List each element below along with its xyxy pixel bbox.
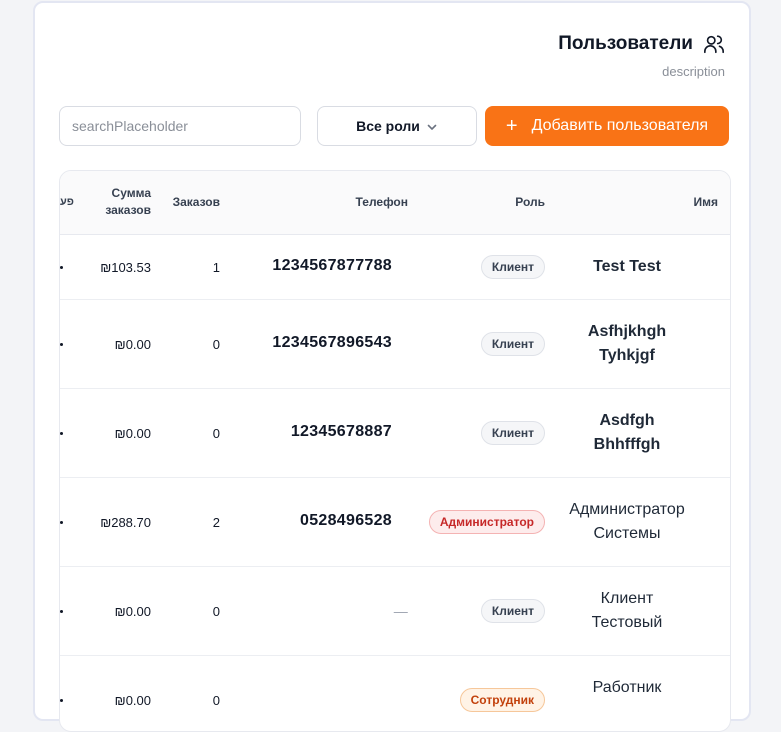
column-header-orders[interactable]: Заказов: [173, 194, 220, 211]
column-header-sum: Сумма заказов: [105, 186, 151, 217]
order-count: 1: [212, 260, 220, 275]
role-badge: Клиент: [480, 255, 545, 279]
user-name: Asdfgh Bhhfffgh: [552, 409, 702, 457]
table-row[interactable]: ₪103.53 1 1234567877788 Клиент Test Test: [60, 235, 730, 300]
phone-number: 1234567896543: [272, 334, 392, 351]
order-sum: ₪0.00: [114, 693, 151, 708]
phone-number: 0528496528: [300, 512, 392, 529]
page-description: description: [662, 64, 725, 79]
users-card: Пользователи description Все роли + Доба…: [33, 1, 751, 732]
table-row[interactable]: ₪288.70 2 0528496528 Администратор Админ…: [60, 478, 730, 567]
user-name: Администратор Системы: [552, 498, 702, 546]
user-name-line: Работник: [592, 679, 662, 696]
role-badge: Администратор: [428, 510, 545, 534]
row-overflow-marker: [60, 343, 63, 346]
add-user-label: Добавить пользователя: [531, 117, 709, 134]
user-name: Asfhjkhgh Tyhkjgf: [552, 320, 702, 368]
order-count: 0: [212, 426, 220, 441]
user-name-line: Asfhjkhgh: [587, 323, 667, 340]
order-count: 0: [212, 337, 220, 352]
order-sum: ₪0.00: [114, 426, 151, 441]
users-icon: [703, 33, 725, 55]
row-overflow-marker: [60, 521, 63, 524]
row-overflow-marker: [60, 610, 63, 613]
role-filter-label: Все роли: [356, 118, 420, 134]
user-name-line: Клиент: [600, 590, 654, 607]
add-user-button[interactable]: + Добавить пользователя: [485, 106, 729, 146]
table-row[interactable]: ₪0.00 0 1234567896543 Клиент Asfhjkhgh T…: [60, 300, 730, 389]
column-header-partial: פע: [60, 196, 74, 208]
column-header-name[interactable]: Имя: [693, 194, 718, 211]
user-name-line: Bhhfffgh: [593, 436, 661, 453]
phone-number: 12345678887: [290, 423, 392, 440]
order-sum: ₪0.00: [114, 337, 151, 352]
user-name: Работник: [552, 676, 702, 700]
page-header: Пользователи: [558, 33, 725, 55]
chevron-down-icon: [426, 120, 438, 132]
page-title: Пользователи: [558, 33, 693, 54]
table-row[interactable]: ₪0.00 0 — Клиент Клиент Тестовый: [60, 567, 730, 656]
row-overflow-marker: [60, 699, 63, 702]
users-table: פע Сумма заказов Заказов Телефон Роль Им…: [59, 170, 731, 732]
user-name: Клиент Тестовый: [552, 587, 702, 635]
role-badge: Клиент: [480, 599, 545, 623]
phone-empty: —: [393, 603, 408, 619]
column-header-role[interactable]: Роль: [515, 194, 545, 211]
user-name-line: Test Test: [593, 258, 661, 275]
row-overflow-marker: [60, 432, 63, 435]
phone-number: 1234567877788: [272, 257, 392, 274]
user-name: Test Test: [552, 255, 702, 279]
order-count: 2: [212, 515, 220, 530]
order-count: 0: [212, 693, 220, 708]
user-name-line: Администратор: [569, 501, 685, 518]
table-row[interactable]: ₪0.00 0 Сотрудник Работник: [60, 656, 730, 731]
table-row[interactable]: ₪0.00 0 12345678887 Клиент Asdfgh Bhhfff…: [60, 389, 730, 478]
role-badge: Сотрудник: [459, 688, 545, 712]
search-input[interactable]: [59, 106, 301, 146]
plus-icon: +: [505, 115, 518, 137]
role-badge: Клиент: [480, 332, 545, 356]
user-name-line: Системы: [593, 525, 661, 542]
row-overflow-marker: [60, 266, 63, 269]
order-sum: ₪288.70: [100, 515, 151, 530]
column-header-phone[interactable]: Телефон: [356, 194, 408, 211]
user-name-line: Asdfgh: [599, 412, 655, 429]
user-name-line: Тестовый: [591, 614, 663, 631]
order-count: 0: [212, 604, 220, 619]
user-name-line: Tyhkjgf: [599, 347, 655, 364]
order-sum: ₪103.53: [100, 260, 151, 275]
role-badge: Клиент: [480, 421, 545, 445]
role-filter-select[interactable]: Все роли: [317, 106, 477, 146]
table-header: פע Сумма заказов Заказов Телефон Роль Им…: [60, 171, 730, 235]
order-sum: ₪0.00: [114, 604, 151, 619]
